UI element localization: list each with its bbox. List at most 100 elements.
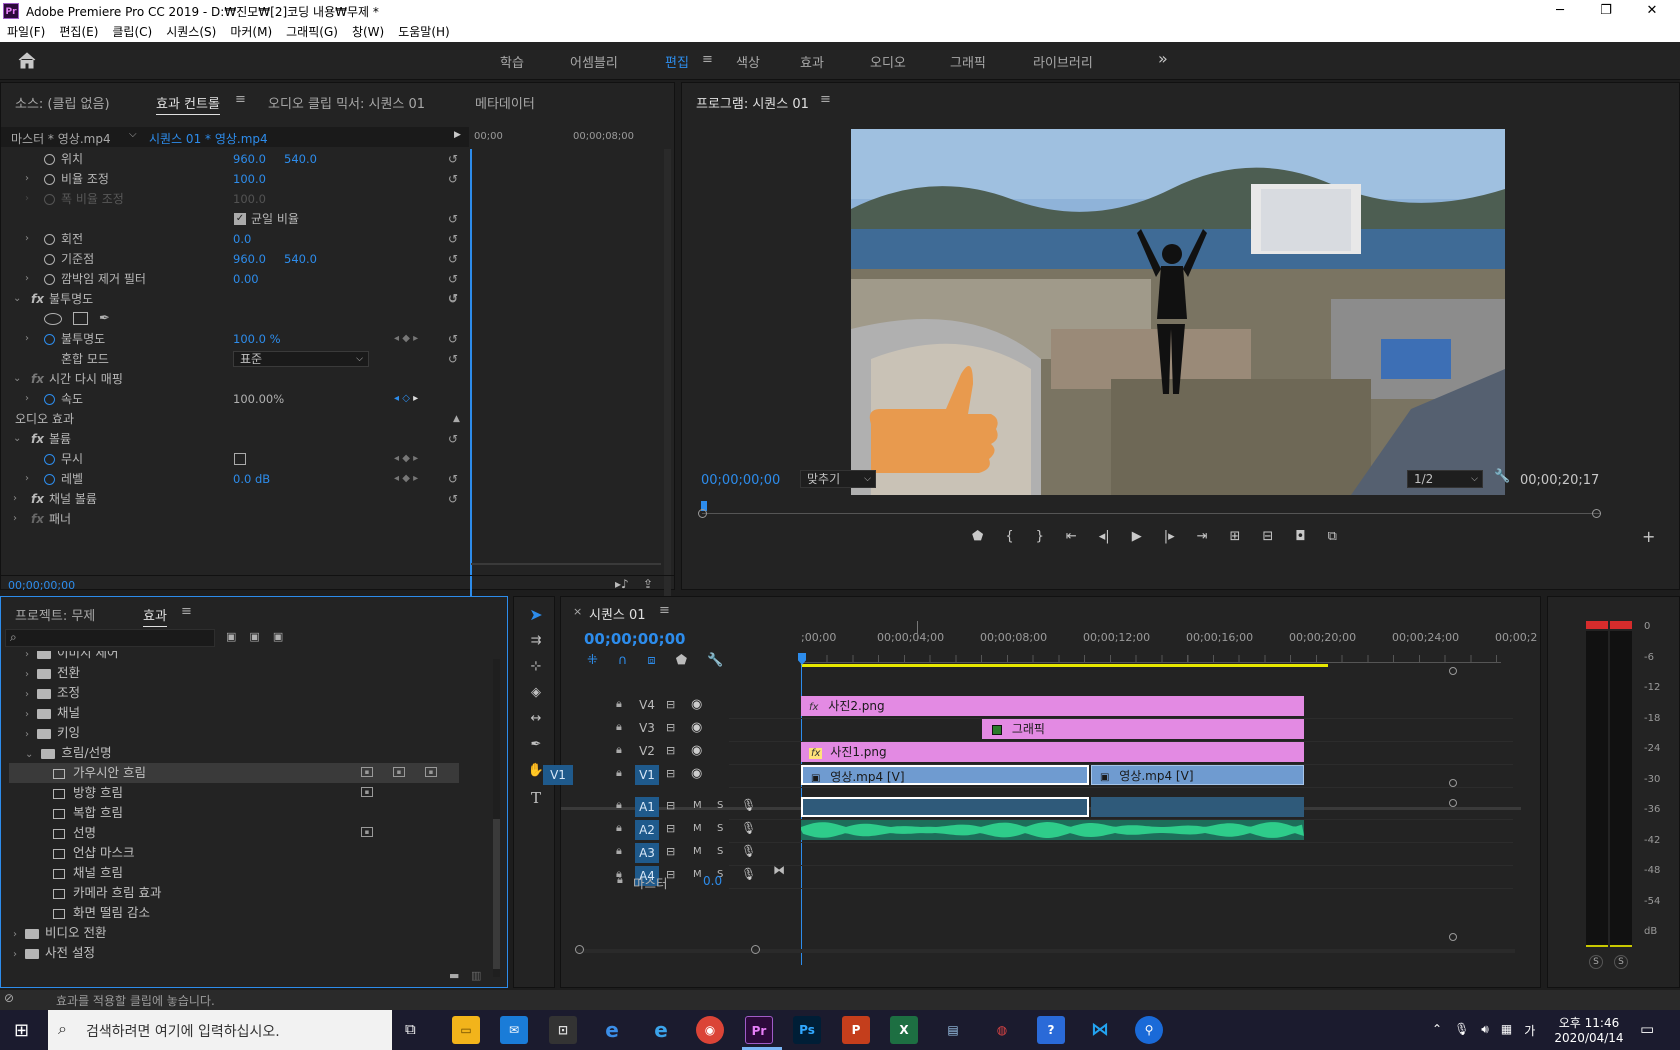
play-only-icon[interactable]: ▶	[454, 130, 461, 140]
microphone-icon[interactable]: 🎙︎	[741, 844, 756, 858]
notifications-icon[interactable]: ▭	[1640, 1020, 1654, 1038]
home-icon[interactable]	[18, 52, 36, 72]
ellipse-mask-icon[interactable]	[44, 313, 62, 325]
collapse-icon[interactable]: ⌄	[13, 429, 21, 449]
clip-v1b[interactable]: ▣ 영상.mp4 [V]	[1091, 765, 1304, 785]
lock-icon[interactable]: 🔒︎	[617, 873, 623, 887]
scroll-handle[interactable]	[1449, 779, 1457, 787]
mail-icon[interactable]: ✉	[500, 1016, 528, 1044]
monitor-scrubber[interactable]	[702, 513, 1600, 514]
maximize-button[interactable]: ❐	[1583, 0, 1629, 22]
effects-search-input[interactable]: ⌕	[5, 629, 215, 647]
close-tab-icon[interactable]: ×	[573, 605, 582, 618]
step-forward-icon[interactable]: |▸	[1164, 529, 1175, 544]
program-monitor-title[interactable]: 프로그램: 시퀀스 01	[696, 93, 809, 112]
stopwatch-icon[interactable]	[44, 234, 55, 245]
program-video-frame[interactable]	[851, 129, 1505, 495]
tab-source[interactable]: 소스: (클립 없음)	[15, 93, 110, 112]
clip-indicator-right[interactable]	[1610, 621, 1632, 629]
end-marker-icon[interactable]: ⧓	[773, 863, 785, 877]
timeline-zoom-scrollbar[interactable]	[575, 945, 1515, 954]
mark-out-icon[interactable]: }	[1036, 529, 1044, 544]
sequence-clip-label[interactable]: 시퀀스 01 * 영상.mp4	[149, 130, 268, 147]
value-level[interactable]: 0.0 dB	[233, 469, 270, 489]
store-icon[interactable]: ⊡	[549, 1016, 577, 1044]
stopwatch-icon[interactable]	[44, 174, 55, 185]
zoom-handle-right[interactable]	[1592, 509, 1601, 518]
workspace-tab-color[interactable]: 색상	[736, 52, 760, 71]
keyframe-nav-icon[interactable]: ◂ ◇ ▸	[394, 389, 418, 409]
reset-icon[interactable]: ↺	[448, 229, 458, 249]
export-icon[interactable]: ⇪	[643, 577, 653, 591]
scrollbar[interactable]	[664, 149, 671, 643]
resolution-select[interactable]: 1/2 ⌵	[1407, 470, 1483, 488]
premiere-taskbar-icon[interactable]: Pr	[745, 1016, 773, 1044]
extract-icon[interactable]: ⊟	[1262, 529, 1273, 544]
effect-item[interactable]: 복합 흐림	[53, 803, 491, 823]
microphone-icon[interactable]: 🎙︎	[741, 798, 756, 812]
blend-mode-select[interactable]: 표준 ⌵	[233, 351, 369, 367]
workspace-more-button[interactable]: »	[1158, 49, 1168, 68]
workspace-tab-learn[interactable]: 학습	[500, 52, 524, 71]
windows-start-icon[interactable]: ⊞	[14, 1020, 29, 1041]
effect-folder[interactable]: › 사전 설정	[13, 943, 491, 963]
fx-icon[interactable]: fx	[31, 289, 44, 309]
expand-icon[interactable]: ›	[25, 229, 29, 249]
effect-item[interactable]: 카메라 흐림 효과	[53, 883, 491, 903]
lock-icon[interactable]: 🔒︎	[616, 798, 622, 812]
zoom-scrollbar[interactable]	[471, 563, 661, 565]
play-icon[interactable]: ▶	[1132, 529, 1142, 544]
notepad-icon[interactable]: ▤	[939, 1016, 967, 1044]
tab-effects[interactable]: 효과	[143, 605, 167, 627]
keyframe-nav-icon[interactable]: ◂ ◆ ▸	[394, 329, 418, 349]
reset-icon[interactable]: ↺	[448, 269, 458, 289]
value-scale[interactable]: 100.0	[233, 169, 266, 189]
expand-icon[interactable]: ›	[25, 329, 29, 349]
effect-item[interactable]: 채널 흐림	[53, 863, 491, 883]
microphone-icon[interactable]: 🎙︎	[1454, 1022, 1469, 1039]
expand-icon[interactable]: ›	[13, 489, 17, 509]
sync-lock-icon[interactable]: ⊟	[666, 822, 675, 835]
excel-icon[interactable]: X	[890, 1016, 918, 1044]
solo-left-button[interactable]: S	[1589, 955, 1603, 969]
reset-icon[interactable]: ↺	[448, 289, 458, 309]
razor-tool-icon[interactable]: ◈	[524, 685, 548, 700]
clip-a1a[interactable]	[801, 797, 1089, 817]
sync-lock-icon[interactable]: ⊟	[666, 744, 675, 757]
mute-button[interactable]: M	[693, 846, 702, 857]
minimize-button[interactable]: ─	[1537, 0, 1583, 22]
menu-graphics[interactable]: 그래픽(G)	[279, 22, 345, 42]
pen-tool-icon[interactable]: ✒	[524, 737, 548, 752]
input-language[interactable]: 가	[1524, 1022, 1535, 1039]
scroll-handle[interactable]	[1449, 667, 1457, 675]
zoom-handle-left[interactable]	[698, 509, 707, 518]
track-select-tool-icon[interactable]: ⇉	[524, 633, 548, 648]
effect-item[interactable]: 화면 떨림 감소	[53, 903, 491, 923]
fit-select[interactable]: 맞추기 ⌵	[800, 470, 876, 488]
tab-audio-clip-mixer[interactable]: 오디오 클립 믹서: 시퀀스 01	[268, 93, 425, 112]
expand-icon[interactable]: ›	[25, 389, 29, 409]
clip-indicator-left[interactable]	[1586, 621, 1608, 629]
go-to-out-icon[interactable]: ⇥	[1197, 529, 1208, 544]
track-name-v4[interactable]: V4	[635, 698, 659, 712]
add-marker-icon[interactable]: ⬟	[676, 653, 687, 668]
volume-icon[interactable]: 🔊︎	[1481, 1022, 1489, 1039]
track-target-a1[interactable]: A1	[635, 797, 659, 817]
effect-folder[interactable]: › 비디오 전환	[13, 923, 491, 943]
fx-icon[interactable]: fx	[31, 429, 44, 449]
eye-icon[interactable]: ◉	[691, 766, 702, 781]
scroll-handle[interactable]	[1449, 933, 1457, 941]
nest-icon[interactable]: ⁜	[587, 653, 598, 668]
value-anchor-y[interactable]: 540.0	[284, 249, 317, 269]
tab-project[interactable]: 프로젝트: 무제	[15, 605, 95, 624]
timeline-timecode[interactable]: 00;00;00;00	[584, 630, 686, 648]
stopwatch-icon[interactable]	[44, 454, 55, 465]
solo-right-button[interactable]: S	[1614, 955, 1628, 969]
maps-icon[interactable]: ⚲	[1135, 1016, 1163, 1044]
reset-icon[interactable]: ↺	[448, 349, 458, 369]
delete-icon[interactable]: ▥	[471, 969, 481, 982]
effect-item[interactable]: 방향 흐림	[53, 783, 491, 803]
workspace-tab-graphics[interactable]: 그래픽	[950, 52, 986, 71]
selection-tool-icon[interactable]: ➤	[524, 605, 548, 629]
panel-menu-icon[interactable]: ≡	[181, 604, 192, 619]
